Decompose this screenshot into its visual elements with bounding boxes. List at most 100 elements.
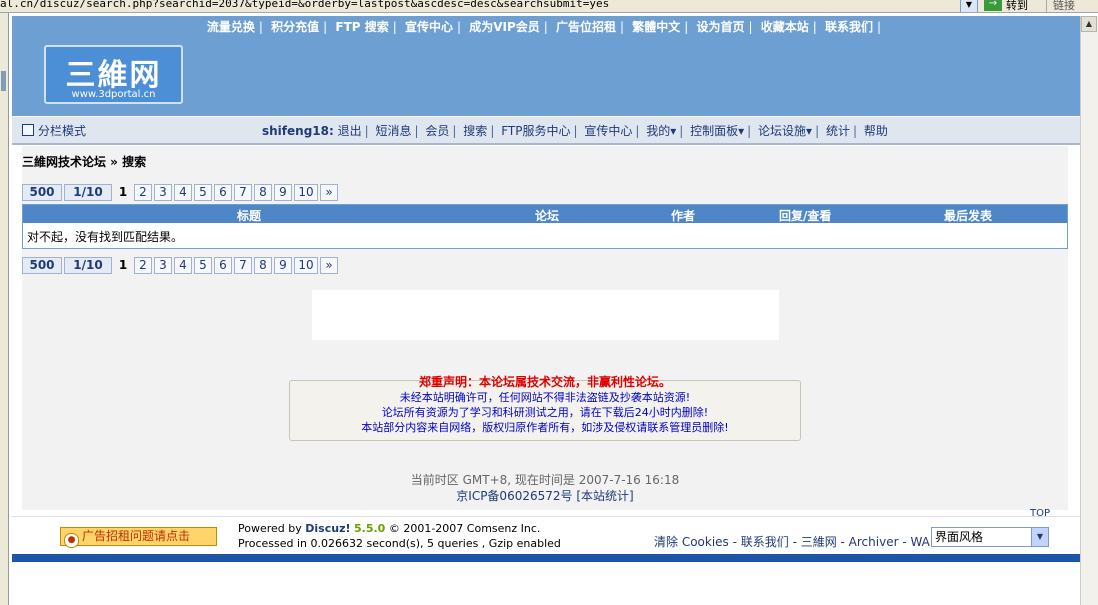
powered-by-label: Powered by bbox=[238, 522, 302, 535]
server-time: 当前时区 GMT+8, 现在时间是 2007-7-16 16:18 bbox=[410, 473, 680, 487]
pager-page[interactable]: 5 bbox=[194, 184, 212, 201]
nav-item-help[interactable]: 帮助 bbox=[864, 124, 888, 138]
top-nav-item[interactable]: 联系我们 bbox=[825, 20, 873, 34]
top-nav-item[interactable]: 繁體中文 bbox=[632, 20, 680, 34]
top-nav: 流量兑换 | 积分充值 | FTP 搜索 | 宣传中心 | 成为VIP会员 | 广告位招租… bbox=[206, 20, 882, 34]
view-mode-toggle[interactable]: 分栏模式 bbox=[22, 122, 86, 139]
pager-page[interactable]: 7 bbox=[234, 184, 252, 201]
main-content: 三維网技术论坛 » 搜索 500 1/10 1 2 3 4 5 6 7 8 9 10» 标题 论坛 作… bbox=[22, 146, 1068, 510]
nav-item-stats[interactable]: 统计 bbox=[826, 124, 850, 138]
split-view-icon bbox=[22, 124, 34, 136]
disclaimer-box: 郑重声明：本论坛属技术交流，非赢利性论坛。 未经本站明确许可，任何网站不得非法盗… bbox=[289, 375, 801, 441]
forum-navbar: 分栏模式 shifeng18: 退出 | 短消息 | 会员 | 搜索 | FTP服务中心… bbox=[12, 116, 1080, 145]
pager-page[interactable]: 4 bbox=[174, 257, 192, 274]
processed-info: Processed in 0.026632 second(s), 5 queri… bbox=[238, 537, 561, 550]
pager-page-of: 1/10 bbox=[64, 184, 112, 201]
pager-page[interactable]: 6 bbox=[214, 184, 232, 201]
disclaimer-line: 论坛所有资源为了学习和科研测试之用，请在下载后24小时内删除! bbox=[381, 406, 709, 419]
user-menu: shifeng18: 退出 | 短消息 | 会员 | 搜索 | FTP服务中心 | 宣传中… bbox=[262, 124, 888, 138]
scroll-up-icon[interactable]: ▲ bbox=[1081, 16, 1097, 32]
top-nav-item[interactable]: 设为首页 bbox=[697, 20, 745, 34]
pager-page[interactable]: 3 bbox=[154, 257, 172, 274]
forum-page: 流量兑换 | 积分充值 | FTP 搜索 | 宣传中心 | 成为VIP会员 | 广告位招租… bbox=[12, 16, 1080, 605]
pager-page[interactable]: 2 bbox=[134, 184, 152, 201]
top-nav-item[interactable]: 流量兑换 bbox=[207, 20, 255, 34]
top-nav-item[interactable]: 宣传中心 bbox=[405, 20, 453, 34]
pager-page[interactable]: 2 bbox=[134, 257, 152, 274]
style-select-value: 界面风格 bbox=[935, 530, 984, 544]
disclaimer-heading: 郑重声明：本论坛属技术交流，非赢利性论坛。 bbox=[418, 375, 671, 389]
pager-page[interactable]: 6 bbox=[214, 257, 232, 274]
ad-inquiry-label: 广告招租问题请点击 bbox=[82, 529, 191, 543]
top-nav-item[interactable]: 成为VIP会员 bbox=[469, 20, 540, 34]
nav-item-logout[interactable]: 退出 bbox=[338, 124, 362, 138]
pager-current: 1 bbox=[118, 185, 128, 199]
breadcrumb[interactable]: 三維网技术论坛 » 搜索 bbox=[22, 153, 146, 170]
username[interactable]: shifeng18: bbox=[262, 124, 334, 138]
pager-page[interactable]: 4 bbox=[174, 184, 192, 201]
pager-page-of: 1/10 bbox=[64, 257, 112, 274]
copyright: © 2001-2007 Comsenz Inc. bbox=[388, 522, 541, 535]
chevron-down-icon[interactable]: ▼ bbox=[1031, 528, 1048, 546]
top-nav-item[interactable]: 收藏本站 bbox=[761, 20, 809, 34]
links-toolbar[interactable]: 链接 bbox=[1046, 0, 1075, 12]
pager-page[interactable]: 3 bbox=[154, 184, 172, 201]
address-url[interactable]: al.cn/discuz/search.php?searchid=2037&ty… bbox=[0, 0, 609, 10]
view-mode-label: 分栏模式 bbox=[38, 124, 87, 138]
col-replies-views: 回复/查看 bbox=[779, 209, 832, 223]
pager-page[interactable]: 8 bbox=[254, 257, 272, 274]
discuz-version: 5.5.0 bbox=[354, 522, 386, 535]
top-nav-item[interactable]: FTP 搜索 bbox=[335, 20, 388, 34]
pager-top: 500 1/10 1 2 3 4 5 6 7 8 9 10» bbox=[22, 184, 340, 201]
search-results-table: 标题 论坛 作者 回复/查看 最后发表 对不起，没有找到匹配结果。 bbox=[22, 204, 1068, 249]
logo-title: 三維网 bbox=[65, 58, 162, 93]
discuz-link[interactable]: Discuz! bbox=[305, 522, 350, 535]
pager-page[interactable]: 10 bbox=[294, 257, 318, 274]
go-arrow-icon[interactable]: → bbox=[984, 0, 1002, 11]
ad-placeholder bbox=[312, 290, 779, 340]
nav-item-control-panel[interactable]: 控制面板▾ bbox=[690, 124, 744, 138]
pager-page[interactable]: 7 bbox=[234, 257, 252, 274]
powered-by-info: Powered by Discuz! 5.5.0 © 2001-2007 Com… bbox=[238, 521, 561, 551]
nav-item-members[interactable]: 会员 bbox=[425, 124, 449, 138]
pager-total: 500 bbox=[22, 257, 62, 274]
pager-page[interactable]: 10 bbox=[294, 184, 318, 201]
disclaimer-line: 未经本站明确许可，任何网站不得非法盗链及抄袭本站资源! bbox=[399, 391, 691, 404]
site-header: 流量兑换 | 积分充值 | FTP 搜索 | 宣传中心 | 成为VIP会员 | 广告位招租… bbox=[12, 16, 1080, 116]
icp-link[interactable]: 京ICP备06026572号 [本站统计] bbox=[22, 487, 1068, 504]
site-logo[interactable]: 三維网 www.3dportal.cn bbox=[44, 45, 183, 104]
top-nav-item[interactable]: 广告位招租 bbox=[556, 20, 616, 34]
pager-page[interactable]: 8 bbox=[254, 184, 272, 201]
nav-item-search[interactable]: 搜索 bbox=[463, 124, 487, 138]
left-panel-edge bbox=[0, 13, 9, 605]
nav-item-my[interactable]: 我的▾ bbox=[646, 124, 676, 138]
table-header-row: 标题 论坛 作者 回复/查看 最后发表 bbox=[23, 205, 1067, 223]
empty-result-message: 对不起，没有找到匹配结果。 bbox=[27, 230, 184, 244]
pager-bottom: 500 1/10 1 2 3 4 5 6 7 8 9 10» bbox=[22, 257, 340, 274]
nav-item-messages[interactable]: 短消息 bbox=[376, 124, 412, 138]
address-bar[interactable]: al.cn/discuz/search.php?searchid=2037&ty… bbox=[0, 0, 1098, 13]
pager-page[interactable]: 5 bbox=[194, 257, 212, 274]
style-select[interactable]: 界面风格 ▼ bbox=[931, 527, 1049, 547]
col-last-post: 最后发表 bbox=[944, 209, 993, 223]
pager-current: 1 bbox=[118, 258, 128, 272]
disclaimer-line: 本站部分内容来自网络，版权归原作者所有，如涉及侵权请联系管理员删除! bbox=[361, 421, 729, 434]
ad-inquiry-button[interactable]: ● 广告招租问题请点击 bbox=[60, 527, 217, 548]
footer-blue-bar bbox=[12, 554, 1080, 562]
footer-links[interactable]: 清除 Cookies - 联系我们 - 三維网 - Archiver - WAP bbox=[654, 533, 937, 550]
nav-item-ftp[interactable]: FTP服务中心 bbox=[501, 124, 570, 138]
address-dropdown-icon[interactable]: ▼ bbox=[960, 0, 978, 12]
page-footer: ● 广告招租问题请点击 Powered by Discuz! 5.5.0 © 20… bbox=[12, 516, 1080, 555]
col-title: 标题 bbox=[237, 209, 262, 223]
pager-next-button[interactable]: » bbox=[320, 184, 338, 201]
pager-page[interactable]: 9 bbox=[274, 184, 292, 201]
qq-penguin-icon: ● bbox=[64, 533, 79, 548]
nav-item-forum-tools[interactable]: 论坛设施▾ bbox=[758, 124, 812, 138]
nav-item-promo[interactable]: 宣传中心 bbox=[584, 124, 632, 138]
vertical-scrollbar[interactable]: ▲ bbox=[1080, 16, 1098, 605]
pager-total: 500 bbox=[22, 184, 62, 201]
top-nav-item[interactable]: 积分充值 bbox=[271, 20, 319, 34]
pager-page[interactable]: 9 bbox=[274, 257, 292, 274]
pager-next-button[interactable]: » bbox=[320, 257, 338, 274]
go-button[interactable]: 转到 bbox=[1006, 0, 1028, 12]
